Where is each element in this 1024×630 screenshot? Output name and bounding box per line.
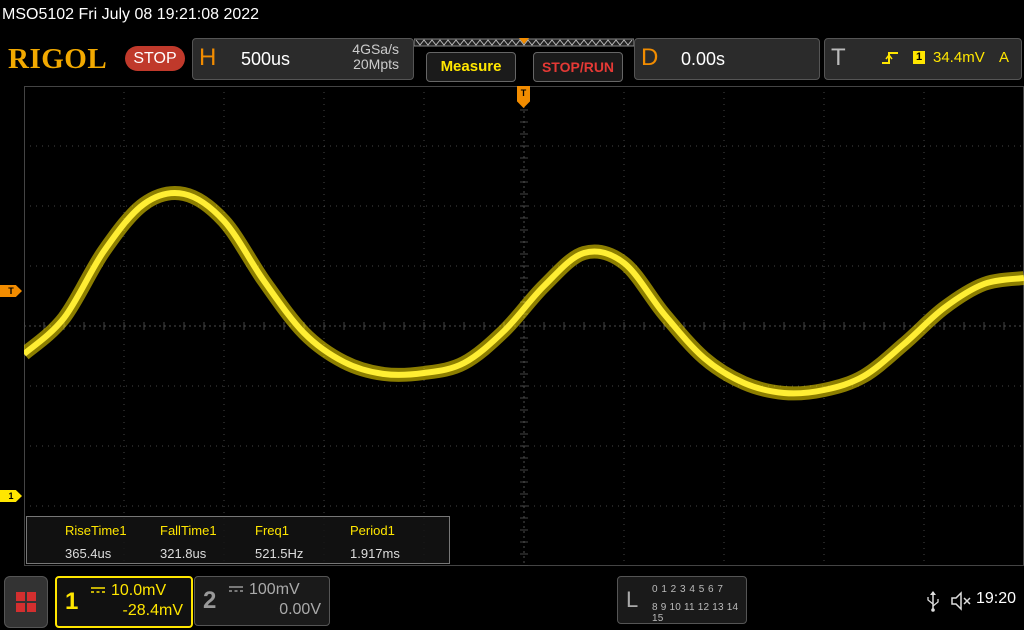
bottom-bar: 1 10.0mV -28.4mV 2 100mV 0.00V L 0 1 2 3… [0,572,1024,630]
run-state-badge[interactable]: STOP [125,46,185,71]
measurement-item[interactable]: Freq1 521.5Hz [255,523,347,561]
channel1-waveform [24,186,1024,401]
brand-logo: RIGOL [8,43,108,75]
rising-edge-icon [882,52,898,64]
trigger-source: 1 [913,51,925,64]
measurement-item[interactable]: RiseTime1 365.4us [65,523,157,561]
channel2-scale: 100mV [249,581,300,598]
channel2-settings[interactable]: 2 100mV 0.00V [194,576,330,626]
logic-letter: L [626,587,639,612]
measurement-label: Period1 [350,523,395,538]
trigger-panel[interactable]: T 1 34.4mV A [824,38,1022,80]
dc-coupling-icon [229,586,243,592]
dc-coupling-icon [91,587,105,593]
trigger-level-marker[interactable]: T [0,285,22,297]
channel1-offset: -28.4mV [122,602,183,619]
horizontal-panel[interactable]: H 500us 4GSa/s 20Mpts [192,38,414,80]
top-toolbar: RIGOL STOP H 500us 4GSa/s 20Mpts Measure… [0,34,1024,84]
channel2-number: 2 [203,587,217,614]
measurement-label: Freq1 [255,523,289,538]
measurement-item[interactable]: FallTime1 321.8us [160,523,252,561]
acquisition-info: 4GSa/s 20Mpts [352,42,399,72]
measurement-value: 521.5Hz [255,546,304,561]
title-bar: MSO5102 Fri July 08 19:21:08 2022 [0,0,1024,34]
measurement-label: RiseTime1 [65,523,127,538]
measurement-panel[interactable]: RiseTime1 365.4us FallTime1 321.8us Freq1 521… [26,516,450,564]
memory-position-bar [414,38,634,47]
delay-panel[interactable]: D 0.00s [634,38,820,80]
measure-button[interactable]: Measure [426,52,516,82]
logic-channels-high: 8 9 10 11 12 13 14 15 [652,602,739,624]
logic-analyzer-panel[interactable]: L 0 1 2 3 4 5 6 7 8 9 10 11 12 13 14 15 [617,576,747,624]
logic-channels-low: 0 1 2 3 4 5 6 7 [652,584,724,595]
system-clock: 19:20 [976,590,1017,607]
delay-letter: D [641,44,659,71]
channel1-settings[interactable]: 1 10.0mV -28.4mV [55,576,193,628]
memory-depth: 20Mpts [353,56,399,72]
timebase-value: 500us [241,49,291,69]
channel1-scale: 10.0mV [111,582,167,599]
trigger-letter: T [831,44,846,71]
delay-value: 0.00s [681,49,726,69]
home-button[interactable] [4,576,48,628]
usb-icon [927,591,939,612]
measurement-item[interactable]: Period1 1.917ms [350,523,442,561]
stop-run-button[interactable]: STOP/RUN [533,52,623,82]
display-grid [24,86,1024,566]
app-grid-icon [16,592,36,612]
measurement-label: FallTime1 [160,523,217,538]
measurement-value: 321.8us [160,546,207,561]
sample-rate: 4GSa/s [352,41,399,57]
channel1-offset-marker[interactable]: 1 [0,490,22,502]
trigger-level: 34.4mV [933,49,985,66]
trigger-mode: A [999,49,1010,66]
measurement-value: 365.4us [65,546,112,561]
channel1-number: 1 [65,588,79,615]
device-datetime: MSO5102 Fri July 08 19:21:08 2022 [2,6,260,23]
horizontal-letter: H [199,44,217,71]
muted-speaker-icon[interactable] [950,590,972,612]
measurement-value: 1.917ms [350,546,400,561]
channel2-offset: 0.00V [279,601,321,618]
waveform-display[interactable] [24,86,1024,566]
